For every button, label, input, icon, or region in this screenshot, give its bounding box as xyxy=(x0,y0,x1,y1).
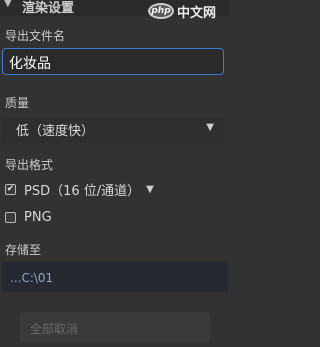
filename-label: 导出文件名 xyxy=(5,29,66,43)
format-label: 导出格式 xyxy=(5,158,54,172)
watermark: php 中文网 xyxy=(148,0,230,22)
save-path-field[interactable]: ...C:\01 xyxy=(2,262,228,292)
collapse-chevron-icon[interactable]: ▼ xyxy=(4,0,12,9)
format-option-png[interactable]: PNG xyxy=(5,208,52,226)
quality-select[interactable]: 低（速度快） ▼ xyxy=(2,117,224,142)
psd-checkbox[interactable]: ✔ xyxy=(5,183,16,195)
check-icon: ✔ xyxy=(6,183,15,194)
psd-option-label: PSD（16 位/通道） xyxy=(24,183,141,199)
chevron-down-icon: ▼ xyxy=(206,122,214,133)
format-option-psd[interactable]: ✔ PSD（16 位/通道） ▼ xyxy=(5,180,154,199)
chevron-down-icon[interactable]: ▼ xyxy=(146,184,154,195)
png-checkbox[interactable] xyxy=(5,211,16,223)
export-button[interactable]: 全部取消 xyxy=(20,312,210,342)
panel-title: 渲染设置 xyxy=(22,1,75,16)
watermark-logo: php xyxy=(148,3,174,19)
quality-selected-value: 低（速度快） xyxy=(16,124,95,139)
filename-input[interactable]: 化妆品 xyxy=(2,48,224,75)
save-to-label: 存储至 xyxy=(5,243,42,257)
quality-label: 质量 xyxy=(5,96,30,110)
png-option-label: PNG xyxy=(24,209,52,225)
save-path-text: ...C:\01 xyxy=(10,271,54,285)
watermark-text: 中文网 xyxy=(177,5,217,21)
